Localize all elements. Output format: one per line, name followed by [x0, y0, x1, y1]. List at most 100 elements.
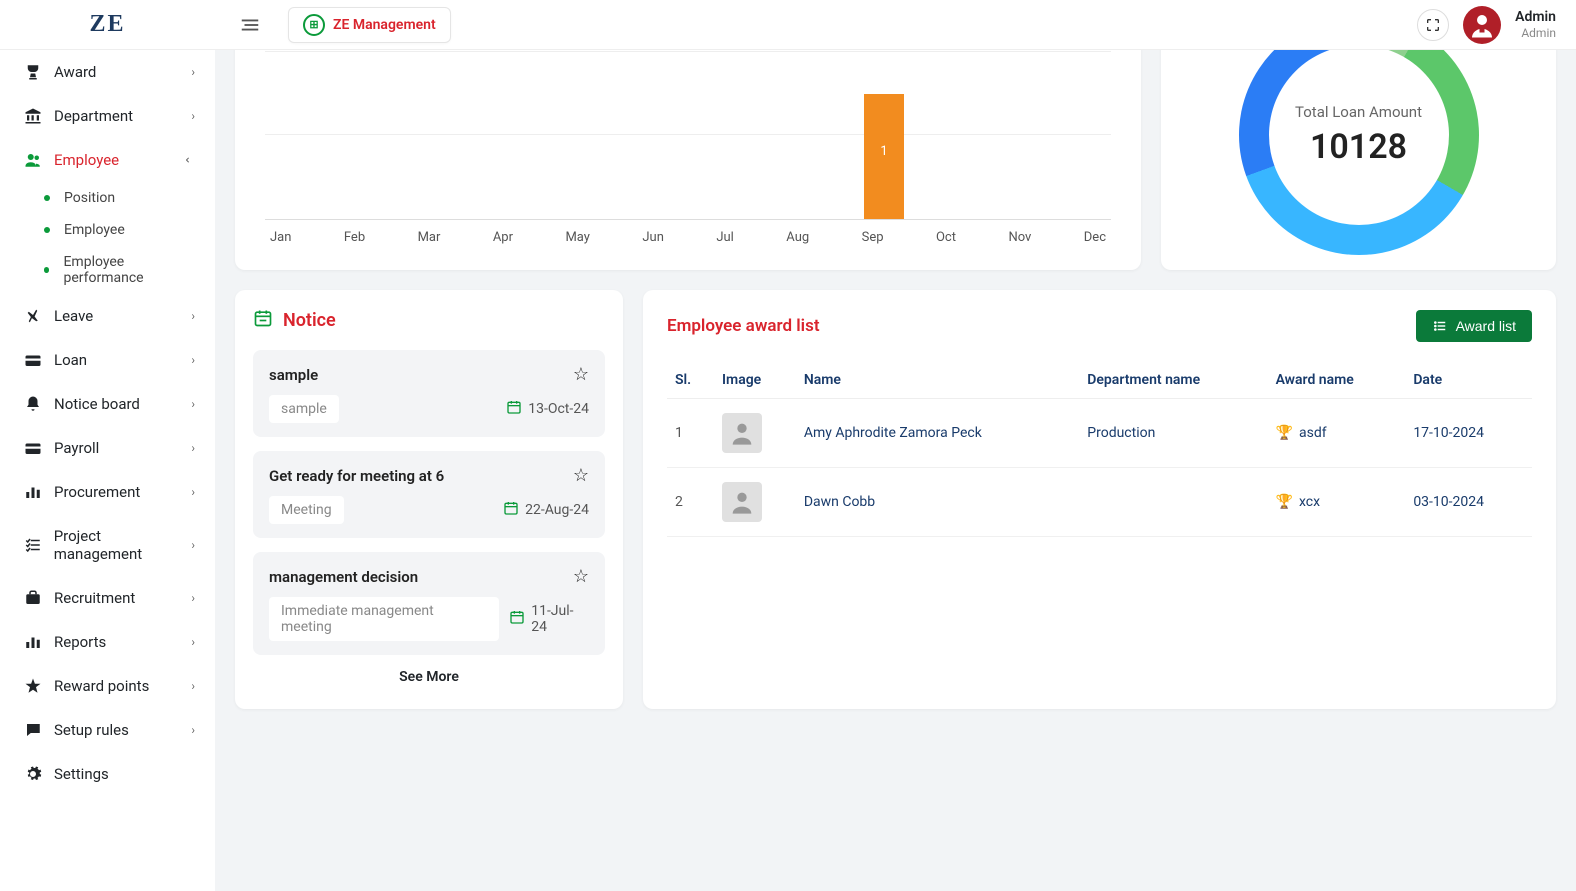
briefcase-icon — [22, 589, 44, 607]
user-name: Admin — [1515, 9, 1556, 26]
sidebar-item-label: Setup rules — [54, 721, 129, 739]
sidebar-item-recruitment[interactable]: Recruitment › — [0, 576, 215, 620]
sidebar-item-label: Notice board — [54, 395, 140, 413]
card-icon — [22, 439, 44, 457]
gear-icon — [22, 765, 44, 783]
sidebar-item-label: Reports — [54, 633, 106, 651]
sidebar-item-label: Procurement — [54, 483, 140, 501]
chart-bar: 1 — [864, 94, 904, 219]
bank-icon — [22, 107, 44, 125]
sidebar-item-payroll[interactable]: Payroll › — [0, 426, 215, 470]
x-axis-label: Apr — [493, 230, 513, 245]
chart-x-labels: JanFebMarAprMayJunJulAugSepOctNovDec — [265, 220, 1111, 245]
chevron-right-icon: › — [191, 353, 195, 367]
sidebar-item-notice-board[interactable]: Notice board › — [0, 382, 215, 426]
table-row[interactable]: 1 Amy Aphrodite Zamora Peck Production 🏆… — [667, 399, 1532, 468]
sidebar-item-label: Project management — [54, 527, 192, 563]
table-header: Department name — [1079, 362, 1267, 399]
trophy-icon: 🏆 — [1276, 425, 1293, 441]
sidebar-subitem-employee[interactable]: Employee — [0, 214, 215, 246]
chevron-right-icon: › — [191, 723, 195, 737]
cell-image — [714, 399, 796, 468]
notice-date: 13-Oct-24 — [506, 399, 589, 419]
notice-tag: sample — [269, 395, 339, 423]
sidebar-item-label: Payroll — [54, 439, 99, 457]
x-axis-label: Jan — [270, 230, 291, 245]
chevron-down-icon: ⌄ — [183, 155, 197, 165]
sidebar-item-reports[interactable]: Reports › — [0, 620, 215, 664]
sidebar-subitem-employee-performance[interactable]: Employee performance — [0, 246, 215, 294]
cell-dept: Production — [1079, 399, 1267, 468]
notice-item-title: management decision — [269, 568, 418, 586]
sidebar-subitem-position[interactable]: Position — [0, 182, 215, 214]
table-header: Name — [796, 362, 1079, 399]
award-list-button[interactable]: Award list — [1416, 310, 1532, 342]
sidebar-item-award[interactable]: Award › — [0, 50, 215, 94]
loan-donut: Total Loan Amount 10128 — [1239, 15, 1479, 255]
table-row[interactable]: 2 Dawn Cobb 🏆xcx 03-10-2024 — [667, 468, 1532, 537]
brand-chip[interactable]: ⊞ ZE Management — [288, 7, 451, 43]
calendar-icon — [503, 500, 519, 520]
sidebar-item-settings[interactable]: Settings — [0, 752, 215, 796]
calendar-icon — [253, 308, 273, 332]
cell-date: 03-10-2024 — [1405, 468, 1532, 537]
x-axis-label: Oct — [936, 230, 956, 245]
award-list-card: Employee award list Award list Sl.ImageN… — [643, 290, 1556, 709]
table-header: Award name — [1268, 362, 1406, 399]
cell-date: 17-10-2024 — [1405, 399, 1532, 468]
cell-dept — [1079, 468, 1267, 537]
notice-date: 22-Aug-24 — [503, 500, 589, 520]
avatar-placeholder — [722, 413, 762, 453]
calendar-icon — [509, 609, 525, 629]
sidebar-item-label: Employee — [54, 151, 119, 169]
table-header: Date — [1405, 362, 1532, 399]
cell-award: 🏆asdf — [1268, 399, 1406, 468]
brand-chip-text: ZE Management — [333, 17, 436, 33]
cell-sl: 2 — [667, 468, 714, 537]
sidebar-item-loan[interactable]: Loan › — [0, 338, 215, 382]
notice-tag: Meeting — [269, 496, 344, 524]
x-axis-label: Sep — [862, 230, 884, 245]
sidebar-item-project-management[interactable]: Project management › — [0, 514, 215, 576]
award-list-title: Employee award list — [667, 316, 820, 336]
fullscreen-icon — [1425, 17, 1441, 33]
tasks-icon — [22, 536, 44, 554]
fullscreen-button[interactable] — [1417, 9, 1449, 41]
plane-icon — [22, 307, 44, 325]
see-more-button[interactable]: See More — [253, 669, 605, 685]
sidebar-item-setup-rules[interactable]: Setup rules › — [0, 708, 215, 752]
sidebar-item-reward-points[interactable]: Reward points › — [0, 664, 215, 708]
sidebar-item-leave[interactable]: Leave › — [0, 294, 215, 338]
x-axis-label: Nov — [1008, 230, 1031, 245]
sidebar-item-procurement[interactable]: Procurement › — [0, 470, 215, 514]
notice-tag: Immediate management meeting — [269, 597, 499, 641]
chevron-right-icon: › — [191, 635, 195, 649]
notice-title: Notice — [283, 310, 336, 331]
award-table: Sl.ImageNameDepartment nameAward nameDat… — [667, 362, 1532, 537]
user-avatar[interactable] — [1463, 6, 1501, 44]
chevron-right-icon: › — [191, 591, 195, 605]
notice-item-title: Get ready for meeting at 6 — [269, 467, 444, 485]
notice-item-title: sample — [269, 366, 318, 384]
trophy-icon — [22, 63, 44, 81]
logo[interactable]: ZE — [0, 11, 215, 38]
bars-icon — [22, 633, 44, 651]
topbar: ZE ⊞ ZE Management Admin Admin — [0, 0, 1576, 50]
user-menu[interactable]: Admin Admin — [1515, 9, 1556, 40]
notice-date: 11-Jul-24 — [509, 603, 589, 635]
hamburger-icon — [239, 14, 261, 36]
sidebar-item-label: Award — [54, 63, 96, 81]
notice-item: sample ☆ sample 13-Oct-24 — [253, 350, 605, 437]
x-axis-label: Feb — [344, 230, 365, 245]
table-header: Image — [714, 362, 796, 399]
star-button[interactable]: ☆ — [573, 566, 589, 587]
comment-icon — [22, 721, 44, 739]
chevron-right-icon: › — [191, 109, 195, 123]
star-button[interactable]: ☆ — [573, 364, 589, 385]
sidebar-item-label: Loan — [54, 351, 87, 369]
sidebar-item-employee[interactable]: Employee ⌄ — [0, 138, 215, 182]
sidebar-item-department[interactable]: Department › — [0, 94, 215, 138]
bell-icon — [22, 395, 44, 413]
star-button[interactable]: ☆ — [573, 465, 589, 486]
hamburger-toggle[interactable] — [230, 14, 270, 36]
